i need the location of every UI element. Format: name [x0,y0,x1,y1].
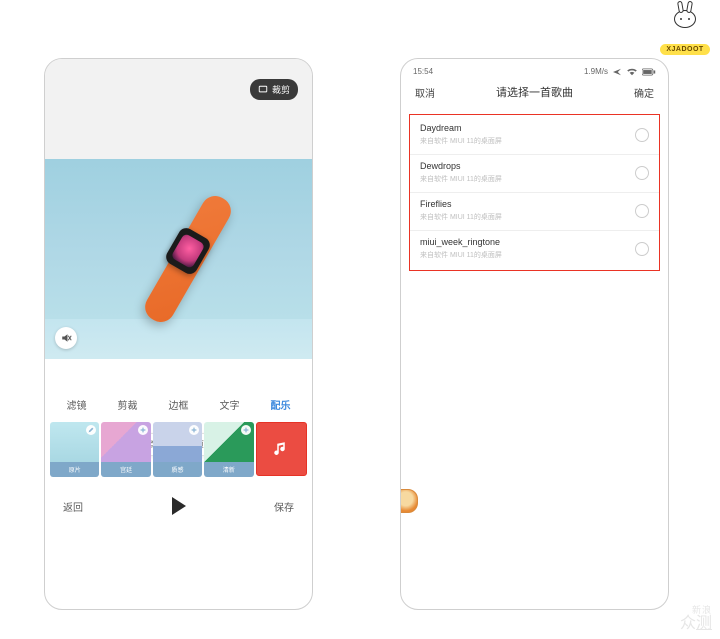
watermark-line2b: 测 [696,615,712,632]
radio-unselected-icon[interactable] [635,128,649,142]
tab-filter[interactable]: 滤镜 [67,397,87,412]
thumb-original[interactable]: 原片 [50,422,99,477]
battery-icon [642,68,656,76]
mute-button[interactable] [55,327,77,349]
status-speed: 1.9M/s [584,67,608,76]
cancel-button[interactable]: 取消 [415,85,435,100]
song-name: Fireflies [420,199,502,209]
speaker-mute-icon [60,332,72,344]
song-sub: 来自软件 MIUI 11的桌面屏 [420,174,502,184]
thumb-style-3[interactable]: 清新 [204,422,253,477]
tab-music[interactable]: 配乐 [271,397,291,412]
plus-icon [138,425,148,435]
editor-top-area: 裁剪 [45,59,312,159]
tab-text[interactable]: 文字 [220,397,240,412]
editor-tabs: 滤镜 剪裁 边框 文字 配乐 [45,359,312,422]
radio-unselected-icon[interactable] [635,242,649,256]
song-name: Daydream [420,123,502,133]
song-item[interactable]: Dewdrops 来自软件 MIUI 11的桌面屏 [410,155,659,193]
plus-icon [241,425,251,435]
music-note-icon [272,440,290,458]
song-item[interactable]: Fireflies 来自软件 MIUI 11的桌面屏 [410,193,659,231]
watermark-line1: 新浪 [680,606,712,616]
status-time: 15:54 [413,67,433,76]
song-item[interactable]: miui_week_ringtone 来自软件 MIUI 11的桌面屏 [410,231,659,268]
song-sub: 来自软件 MIUI 11的桌面屏 [420,136,502,146]
crop-icon [258,85,268,95]
back-link[interactable]: 返回 [63,499,83,514]
thumb-style-1[interactable]: 宫廷 [101,422,150,477]
save-link[interactable]: 保存 [274,499,294,514]
tab-frame[interactable]: 边框 [169,397,189,412]
wifi-icon [626,68,638,76]
airplane-icon [612,68,622,76]
song-sub: 来自软件 MIUI 11的桌面屏 [420,250,502,260]
picker-title: 请选择一首歌曲 [496,84,573,100]
watermark-line2a: 众 [680,615,696,632]
confirm-button[interactable]: 确定 [634,85,654,100]
preview-image [45,159,312,359]
status-bar: 15:54 1.9M/s [401,59,668,80]
song-name: miui_week_ringtone [420,237,502,247]
play-button[interactable] [172,497,186,515]
music-thumbnails: 原片 宫廷 质感 清新 [45,422,312,483]
song-list-highlight: Daydream 来自软件 MIUI 11的桌面屏 Dewdrops 来自软件 … [409,114,660,271]
editor-bottom-bar: 返回 保存 [45,483,312,527]
radio-unselected-icon[interactable] [635,166,649,180]
crop-pill-button[interactable]: 裁剪 [250,79,298,100]
picker-titlebar: 取消 请选择一首歌曲 确定 [401,80,668,110]
radio-unselected-icon[interactable] [635,204,649,218]
song-name: Dewdrops [420,161,502,171]
phone-editor: 裁剪 滤镜 剪裁 边框 文字 配乐 点某项收推荐页 原片 [44,58,313,610]
song-item[interactable]: Daydream 来自软件 MIUI 11的桌面屏 [410,117,659,155]
thumb-style-2[interactable]: 质感 [153,422,202,477]
watermark: 新浪 众测 [680,606,712,633]
mascot-peek-icon [400,489,418,513]
crop-pill-label: 裁剪 [272,83,290,96]
add-music-tile[interactable] [256,422,307,476]
phone-song-picker: 15:54 1.9M/s 取消 请选择一首歌曲 确定 Daydream 来自软件… [400,58,669,610]
mascot-tag: XJADOOT [660,44,709,55]
song-sub: 来自软件 MIUI 11的桌面屏 [420,212,502,222]
tab-crop[interactable]: 剪裁 [118,397,138,412]
mascot-logo: XJADOOT [660,2,710,56]
